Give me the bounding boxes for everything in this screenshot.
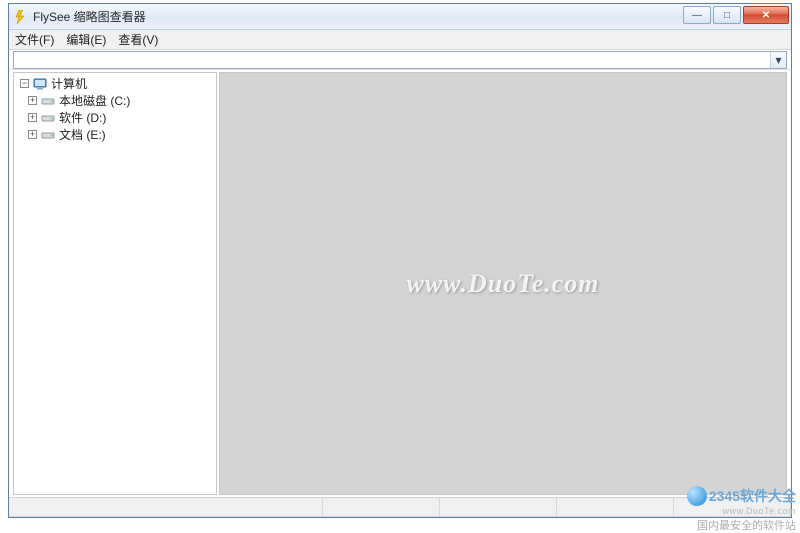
computer-icon: [32, 77, 48, 91]
app-icon: [13, 9, 29, 25]
minimize-icon: —: [692, 10, 702, 21]
ext-tagline: 国内最安全的软件站: [616, 517, 796, 533]
maximize-button[interactable]: □: [713, 6, 741, 24]
close-button[interactable]: ✕: [743, 6, 789, 24]
titlebar[interactable]: FlySee 缩略图查看器 — □ ✕: [9, 4, 791, 30]
address-row: ▾: [9, 50, 791, 70]
tree-item[interactable]: + 软件 (D:): [18, 109, 216, 126]
tree-item[interactable]: + 本地磁盘 (C:): [18, 92, 216, 109]
close-icon: ✕: [762, 10, 770, 21]
chevron-down-icon[interactable]: ▾: [770, 52, 786, 68]
app-window: FlySee 缩略图查看器 — □ ✕ 文件(F) 编辑(E) 查看(V) ▾: [8, 3, 792, 518]
status-cell: [440, 498, 557, 517]
drive-icon: [40, 111, 56, 125]
tree-item-label: 软件 (D:): [59, 109, 106, 126]
tree-root[interactable]: − 计算机: [18, 75, 216, 92]
menu-file[interactable]: 文件(F): [15, 31, 54, 48]
thumbnail-viewer[interactable]: www.DuoTe.com: [219, 72, 787, 495]
tree-item-label: 本地磁盘 (C:): [59, 92, 130, 109]
expander-icon[interactable]: +: [28, 113, 37, 122]
menu-edit[interactable]: 编辑(E): [66, 31, 106, 48]
globe-icon: [687, 486, 707, 506]
main-area: − 计算机 +: [9, 70, 791, 497]
window-title: FlySee 缩略图查看器: [33, 8, 146, 25]
menu-view[interactable]: 查看(V): [118, 31, 158, 48]
ext-url: www.DuoTe.com: [616, 506, 796, 516]
address-combo[interactable]: ▾: [13, 51, 787, 69]
menu-bar: 文件(F) 编辑(E) 查看(V): [9, 30, 791, 50]
tree-item-label: 文档 (E:): [59, 126, 106, 143]
maximize-icon: □: [724, 10, 730, 21]
expander-icon[interactable]: +: [28, 130, 37, 139]
drive-icon: [40, 128, 56, 142]
expander-icon[interactable]: +: [28, 96, 37, 105]
status-cell: [9, 498, 323, 517]
folder-tree[interactable]: − 计算机 +: [13, 72, 217, 495]
drive-icon: [40, 94, 56, 108]
window-controls: — □ ✕: [683, 4, 791, 24]
external-watermark: 2345软件大全 www.DuoTe.com 国内最安全的软件站: [616, 486, 796, 533]
viewer-watermark: www.DuoTe.com: [406, 269, 599, 299]
expander-icon[interactable]: −: [20, 79, 29, 88]
minimize-button[interactable]: —: [683, 6, 711, 24]
status-cell: [323, 498, 440, 517]
tree-item[interactable]: + 文档 (E:): [18, 126, 216, 143]
tree-root-label: 计算机: [51, 75, 87, 92]
ext-brand: 2345软件大全: [709, 486, 796, 506]
